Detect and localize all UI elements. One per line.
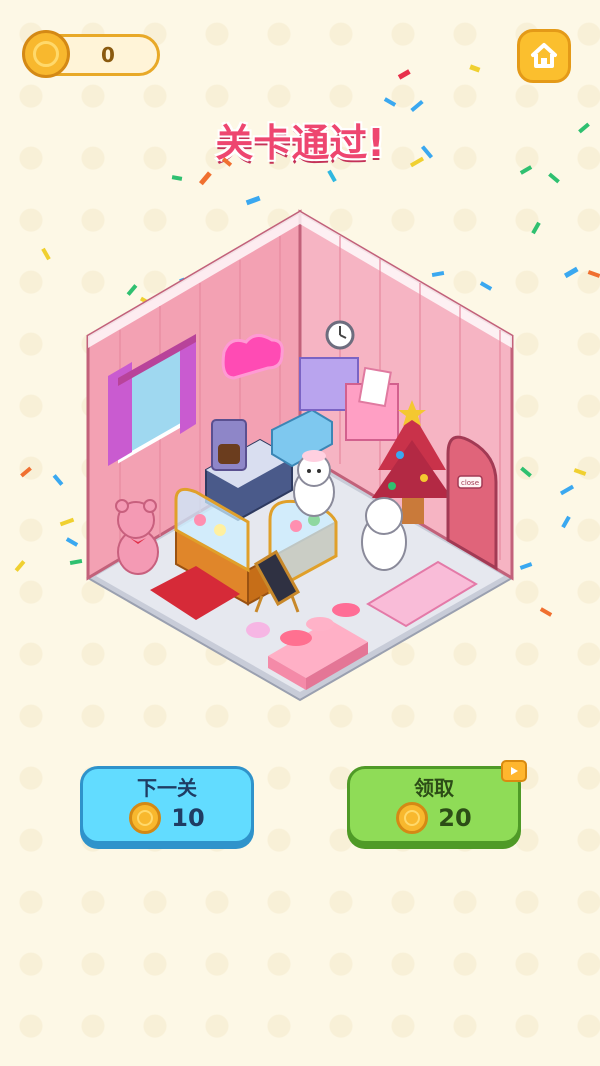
next-level-button[interactable]: 下一关 10 (80, 766, 254, 844)
teddy-bear (115, 499, 159, 575)
claim-reward-button[interactable]: 领取 20 (347, 766, 521, 844)
claim-label: 领取 (414, 776, 454, 800)
room-scene: close (14, 64, 600, 702)
coin-icon (129, 802, 162, 834)
bear-customer (361, 497, 407, 571)
next-level-reward: 10 (171, 804, 205, 832)
claim-reward-amount: 20 (438, 804, 472, 832)
video-ad-icon (501, 760, 527, 782)
next-level-label: 下一关 (137, 776, 197, 800)
door-sign-text: close (461, 479, 479, 487)
coin-icon (396, 802, 429, 834)
